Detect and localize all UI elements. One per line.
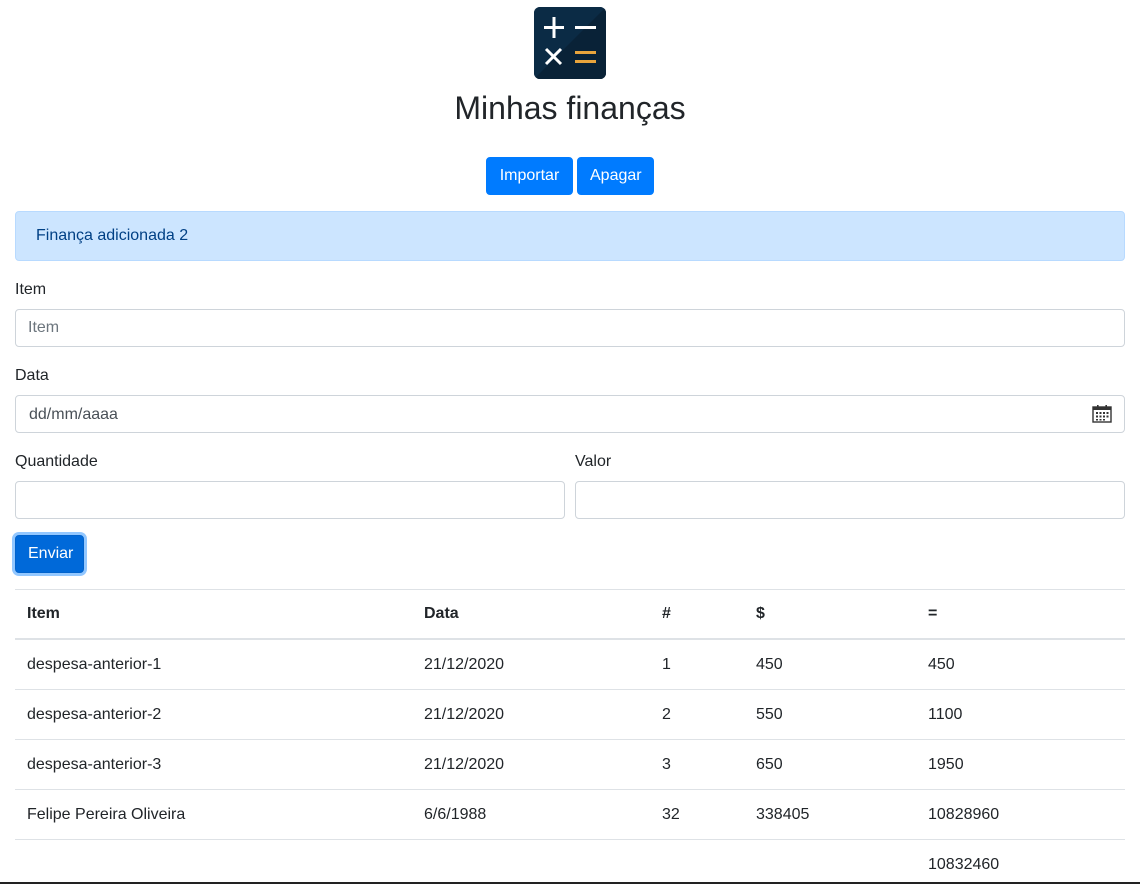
import-button[interactable]: Importar (486, 157, 573, 195)
cell-value: 450 (744, 639, 916, 690)
calendar-icon[interactable] (1092, 405, 1110, 423)
item-input[interactable] (15, 309, 1125, 347)
cell-value: 550 (744, 690, 916, 740)
cell-total: 10828960 (916, 790, 1125, 840)
table-row: despesa-anterior-1 21/12/2020 1 450 450 (15, 639, 1125, 690)
column-header-value: $ (744, 590, 916, 640)
submit-button[interactable]: Enviar (15, 535, 84, 573)
table-header-row: Item Data # $ = (15, 590, 1125, 640)
cell-date: 6/6/1988 (412, 790, 650, 840)
table-row: despesa-anterior-2 21/12/2020 2 550 1100 (15, 690, 1125, 740)
calculator-icon (534, 7, 606, 79)
cell-item: despesa-anterior-2 (15, 690, 412, 740)
page-title: Minhas finanças (0, 88, 1140, 128)
item-label: Item (15, 278, 46, 302)
cell-total: 1100 (916, 690, 1125, 740)
cell-quantity: 2 (650, 690, 744, 740)
date-input[interactable]: dd/mm/aaaa (15, 395, 1125, 433)
cell-date: 21/12/2020 (412, 690, 650, 740)
cell-quantity: 3 (650, 740, 744, 790)
date-label: Data (15, 364, 49, 388)
cell-total: 1950 (916, 740, 1125, 790)
quantity-label: Quantidade (15, 450, 98, 474)
success-alert: Finança adicionada 2 (15, 211, 1125, 261)
value-label: Valor (575, 450, 611, 474)
cell-quantity: 32 (650, 790, 744, 840)
cell-date: 21/12/2020 (412, 740, 650, 790)
cell-item: despesa-anterior-1 (15, 639, 412, 690)
column-header-item: Item (15, 590, 412, 640)
cell-item: despesa-anterior-3 (15, 740, 412, 790)
delete-button[interactable]: Apagar (577, 157, 654, 195)
cell-total: 450 (916, 639, 1125, 690)
value-input[interactable] (575, 481, 1125, 519)
finances-table: Item Data # $ = despesa-anterior-1 21/12… (15, 589, 1125, 889)
date-placeholder: dd/mm/aaaa (29, 403, 118, 427)
cell-quantity: 1 (650, 639, 744, 690)
quantity-input[interactable] (15, 481, 565, 519)
cell-date: 21/12/2020 (412, 639, 650, 690)
column-header-total: = (916, 590, 1125, 640)
cell-value: 650 (744, 740, 916, 790)
column-header-date: Data (412, 590, 650, 640)
table-row: Felipe Pereira Oliveira 6/6/1988 32 3384… (15, 790, 1125, 840)
cell-value: 338405 (744, 790, 916, 840)
cell-item: Felipe Pereira Oliveira (15, 790, 412, 840)
column-header-quantity: # (650, 590, 744, 640)
table-row: despesa-anterior-3 21/12/2020 3 650 1950 (15, 740, 1125, 790)
